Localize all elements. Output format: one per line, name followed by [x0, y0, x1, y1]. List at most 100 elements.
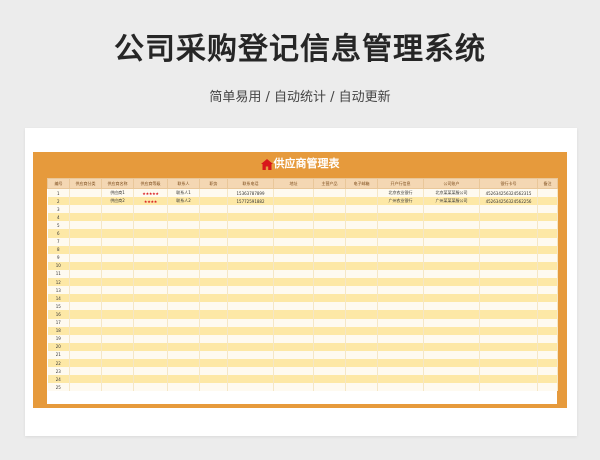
table-cell[interactable]: [167, 278, 200, 287]
table-cell[interactable]: [377, 302, 424, 311]
table-cell[interactable]: [69, 334, 102, 343]
table-cell[interactable]: [69, 221, 102, 230]
column-header[interactable]: 供应商等级: [133, 178, 168, 189]
column-header[interactable]: 银行卡号: [479, 178, 538, 189]
table-cell[interactable]: 12: [47, 278, 70, 287]
table-cell[interactable]: [167, 302, 200, 311]
table-cell[interactable]: [479, 213, 538, 222]
table-cell[interactable]: [273, 318, 314, 327]
table-cell[interactable]: [69, 188, 102, 198]
table-cell[interactable]: [199, 286, 228, 295]
table-cell[interactable]: 18: [47, 326, 70, 335]
table-cell[interactable]: 23: [47, 367, 70, 376]
rating-cell[interactable]: [133, 302, 168, 311]
table-cell[interactable]: [313, 358, 346, 368]
table-cell[interactable]: [199, 188, 228, 198]
table-cell[interactable]: [345, 334, 378, 343]
table-cell[interactable]: 13: [47, 286, 70, 295]
table-cell[interactable]: [273, 237, 314, 246]
table-cell[interactable]: [199, 213, 228, 222]
table-cell[interactable]: [423, 269, 480, 279]
table-cell[interactable]: [423, 237, 480, 246]
table-cell[interactable]: [313, 205, 346, 214]
table-cell[interactable]: 25: [47, 383, 70, 392]
table-cell[interactable]: 19: [47, 334, 70, 343]
table-cell[interactable]: [345, 213, 378, 222]
table-cell[interactable]: [101, 229, 134, 238]
table-cell[interactable]: [377, 342, 424, 351]
table-cell[interactable]: 广州某某某服公司: [423, 197, 480, 206]
table-cell[interactable]: [377, 221, 424, 230]
table-cell[interactable]: [479, 253, 538, 262]
table-cell[interactable]: 20: [47, 342, 70, 351]
table-cell[interactable]: [345, 253, 378, 262]
table-cell[interactable]: [313, 310, 346, 319]
table-cell[interactable]: [479, 367, 538, 376]
rating-cell[interactable]: [133, 278, 168, 287]
table-cell[interactable]: [199, 375, 228, 384]
table-cell[interactable]: [101, 334, 134, 343]
table-cell[interactable]: 15772591882: [227, 197, 274, 206]
table-cell[interactable]: [479, 334, 538, 343]
table-cell[interactable]: [69, 213, 102, 222]
table-cell[interactable]: [345, 326, 378, 335]
table-cell[interactable]: [227, 342, 274, 351]
table-cell[interactable]: [227, 310, 274, 319]
table-cell[interactable]: [479, 294, 538, 303]
table-cell[interactable]: [167, 375, 200, 384]
table-cell[interactable]: [273, 253, 314, 262]
table-cell[interactable]: [313, 261, 346, 270]
table-cell[interactable]: [423, 245, 480, 254]
table-cell[interactable]: [313, 278, 346, 287]
table-cell[interactable]: [313, 221, 346, 230]
rating-cell[interactable]: [133, 375, 168, 384]
table-cell[interactable]: [199, 294, 228, 303]
column-header[interactable]: 电子邮箱: [345, 178, 378, 189]
table-cell[interactable]: 6: [47, 229, 70, 238]
table-cell[interactable]: [167, 245, 200, 254]
table-cell[interactable]: [227, 213, 274, 222]
table-cell[interactable]: [101, 358, 134, 368]
table-cell[interactable]: [167, 358, 200, 368]
column-header[interactable]: 联系人: [167, 178, 200, 189]
table-cell[interactable]: [345, 197, 378, 206]
table-cell[interactable]: [167, 213, 200, 222]
table-cell[interactable]: [313, 213, 346, 222]
column-header[interactable]: 编号: [47, 178, 70, 189]
table-cell[interactable]: [423, 229, 480, 238]
table-cell[interactable]: [345, 221, 378, 230]
column-header[interactable]: 供应商分类: [69, 178, 102, 189]
table-cell[interactable]: [537, 375, 558, 384]
rating-cell[interactable]: [133, 261, 168, 270]
table-cell[interactable]: [69, 286, 102, 295]
table-cell[interactable]: [345, 269, 378, 279]
table-cell[interactable]: 北京农业银行: [377, 188, 424, 198]
table-cell[interactable]: [273, 229, 314, 238]
table-cell[interactable]: [423, 286, 480, 295]
table-cell[interactable]: [101, 205, 134, 214]
table-cell[interactable]: [273, 342, 314, 351]
table-cell[interactable]: [479, 229, 538, 238]
table-cell[interactable]: [69, 229, 102, 238]
table-cell[interactable]: [227, 350, 274, 359]
table-cell[interactable]: [479, 237, 538, 246]
table-cell[interactable]: 10: [47, 261, 70, 270]
table-cell[interactable]: [537, 261, 558, 270]
table-cell[interactable]: [313, 237, 346, 246]
table-cell[interactable]: [479, 278, 538, 287]
table-cell[interactable]: [345, 302, 378, 311]
table-cell[interactable]: [101, 237, 134, 246]
table-cell[interactable]: [199, 245, 228, 254]
table-cell[interactable]: [313, 197, 346, 206]
table-cell[interactable]: 9: [47, 253, 70, 262]
table-cell[interactable]: [377, 253, 424, 262]
table-cell[interactable]: [345, 229, 378, 238]
rating-cell[interactable]: [133, 237, 168, 246]
table-cell[interactable]: 16: [47, 310, 70, 319]
table-cell[interactable]: [69, 367, 102, 376]
table-cell[interactable]: [423, 326, 480, 335]
table-cell[interactable]: [345, 342, 378, 351]
table-cell[interactable]: [313, 375, 346, 384]
table-cell[interactable]: [199, 253, 228, 262]
rating-cell[interactable]: [133, 367, 168, 376]
